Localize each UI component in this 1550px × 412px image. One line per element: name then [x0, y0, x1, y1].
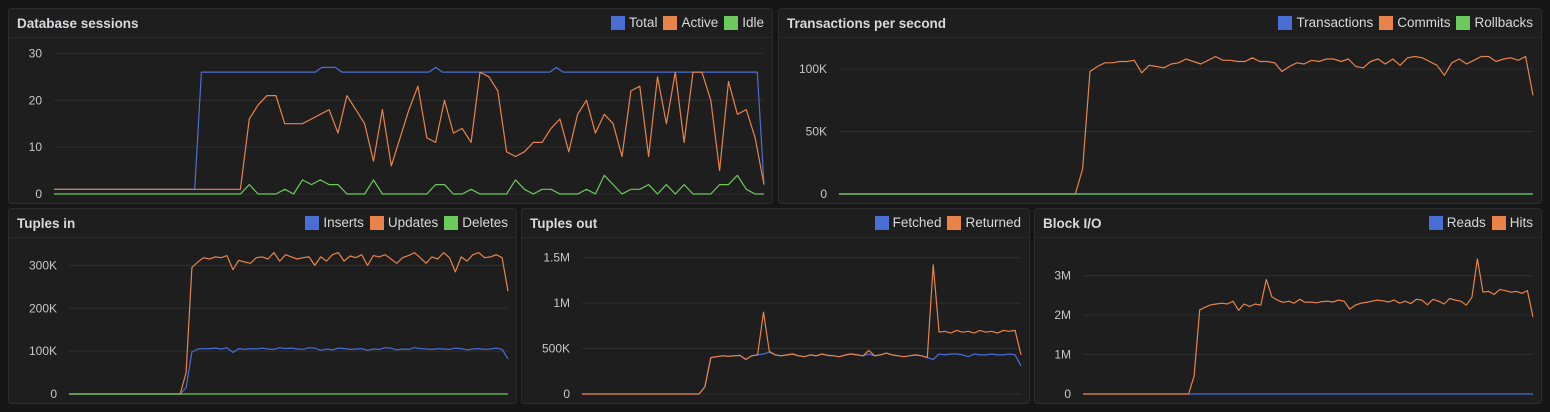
- legend-item-commits[interactable]: Commits: [1379, 15, 1450, 30]
- panel-header: Tuples out Fetched Returned: [522, 209, 1029, 238]
- y-tick-label: 0: [35, 187, 42, 201]
- y-tick-label: 500K: [542, 342, 570, 356]
- legend-item-active[interactable]: Active: [663, 15, 718, 30]
- legend-label: Inserts: [323, 215, 364, 230]
- series-line-updates[interactable]: [69, 252, 509, 395]
- legend: Transactions Commits Rollbacks: [1272, 15, 1533, 30]
- panel-title[interactable]: Tuples in: [17, 216, 75, 231]
- legend-label: Fetched: [892, 215, 942, 230]
- chart-database-sessions[interactable]: 0 10 20 30: [9, 38, 772, 203]
- series-line-returned[interactable]: [582, 264, 1022, 395]
- panel-header: Database sessions Total Active Idle: [9, 9, 772, 38]
- legend-swatch: [444, 215, 459, 230]
- legend-swatch: [1379, 15, 1394, 30]
- y-tick-label: 200K: [29, 301, 57, 315]
- panel-title[interactable]: Transactions per second: [787, 16, 946, 31]
- legend-label: Returned: [965, 215, 1021, 230]
- panel-transactions-per-second: Transactions per second Transactions Com…: [778, 8, 1542, 204]
- legend-swatch: [1491, 215, 1506, 230]
- y-tick-label: 0: [820, 187, 827, 201]
- legend-label: Total: [628, 15, 658, 30]
- legend-item-hits[interactable]: Hits: [1491, 215, 1533, 230]
- legend-label: Active: [681, 15, 719, 30]
- legend-swatch: [663, 15, 678, 30]
- series-line-fetched[interactable]: [582, 351, 1022, 395]
- legend-item-returned[interactable]: Returned: [947, 215, 1021, 230]
- legend-label: Deletes: [462, 215, 508, 230]
- y-tick-label: 20: [29, 93, 43, 107]
- legend-label: Updates: [387, 215, 439, 230]
- legend-swatch: [369, 215, 384, 230]
- legend-item-rollbacks[interactable]: Rollbacks: [1456, 15, 1533, 30]
- panel-tuples-in: Tuples in Inserts Updates Deletes 0 100K 2…: [8, 208, 517, 404]
- series-line-commits[interactable]: [839, 55, 1534, 195]
- legend-swatch: [1456, 15, 1471, 30]
- legend-label: Idle: [742, 15, 764, 30]
- legend-item-updates[interactable]: Updates: [369, 215, 439, 230]
- legend-swatch: [1278, 15, 1293, 30]
- legend: Reads Hits: [1423, 215, 1533, 230]
- series-line-active[interactable]: [54, 71, 765, 190]
- series-line-hits[interactable]: [1083, 258, 1534, 395]
- y-tick-label: 3M: [1054, 269, 1071, 283]
- chart-block-io[interactable]: 0 1M 2M 3M: [1035, 238, 1541, 403]
- legend: Fetched Returned: [869, 215, 1021, 230]
- legend-item-fetched[interactable]: Fetched: [874, 215, 942, 230]
- y-tick-label: 2M: [1054, 308, 1071, 322]
- legend-item-idle[interactable]: Idle: [724, 15, 764, 30]
- panel-header: Tuples in Inserts Updates Deletes: [9, 209, 516, 238]
- y-tick-label: 0: [563, 387, 570, 401]
- legend-item-transactions[interactable]: Transactions: [1278, 15, 1373, 30]
- y-tick-label: 300K: [29, 258, 57, 272]
- y-tick-label: 1.5M: [543, 251, 570, 265]
- legend-label: Rollbacks: [1474, 15, 1533, 30]
- series-line-total[interactable]: [54, 66, 765, 190]
- legend-label: Hits: [1509, 215, 1533, 230]
- legend-swatch: [874, 215, 889, 230]
- y-tick-label: 0: [1064, 387, 1071, 401]
- chart-tuples-out[interactable]: 0 500K 1M 1.5M: [522, 238, 1029, 403]
- chart-tuples-in[interactable]: 0 100K 200K 300K: [9, 238, 516, 403]
- legend: Inserts Updates Deletes: [299, 215, 508, 230]
- panel-tuples-out: Tuples out Fetched Returned 0 500K 1M 1.5M: [521, 208, 1030, 404]
- legend: Total Active Idle: [605, 15, 764, 30]
- panel-block-io: Block I/O Reads Hits 0 1M 2M 3M: [1034, 208, 1542, 404]
- legend-label: Reads: [1446, 215, 1486, 230]
- panel-title[interactable]: Database sessions: [17, 16, 139, 31]
- legend-item-deletes[interactable]: Deletes: [444, 215, 508, 230]
- y-tick-label: 0: [50, 387, 57, 401]
- legend-swatch: [947, 215, 962, 230]
- panel-title[interactable]: Tuples out: [530, 216, 597, 231]
- y-tick-label: 10: [29, 140, 43, 154]
- legend-swatch: [305, 215, 320, 230]
- y-tick-label: 100K: [799, 62, 827, 76]
- legend-swatch: [724, 15, 739, 30]
- y-tick-label: 50K: [806, 125, 827, 139]
- y-tick-label: 1M: [1054, 348, 1071, 362]
- chart-transactions-per-second[interactable]: 0 50K 100K: [779, 38, 1541, 203]
- panel-header: Block I/O Reads Hits: [1035, 209, 1541, 238]
- y-tick-label: 30: [29, 46, 43, 60]
- panel-title[interactable]: Block I/O: [1043, 216, 1102, 231]
- legend-item-reads[interactable]: Reads: [1428, 215, 1486, 230]
- legend-swatch: [610, 15, 625, 30]
- panel-database-sessions: Database sessions Total Active Idle 0 10 2…: [8, 8, 773, 204]
- legend-label: Commits: [1397, 15, 1451, 30]
- series-line-idle[interactable]: [54, 174, 764, 195]
- legend-swatch: [1428, 215, 1443, 230]
- legend-item-inserts[interactable]: Inserts: [305, 215, 364, 230]
- y-tick-label: 100K: [29, 344, 57, 358]
- panel-header: Transactions per second Transactions Com…: [779, 9, 1541, 38]
- legend-item-total[interactable]: Total: [610, 15, 658, 30]
- legend-label: Transactions: [1296, 15, 1374, 30]
- y-tick-label: 1M: [553, 296, 570, 310]
- series-line-inserts[interactable]: [69, 347, 509, 395]
